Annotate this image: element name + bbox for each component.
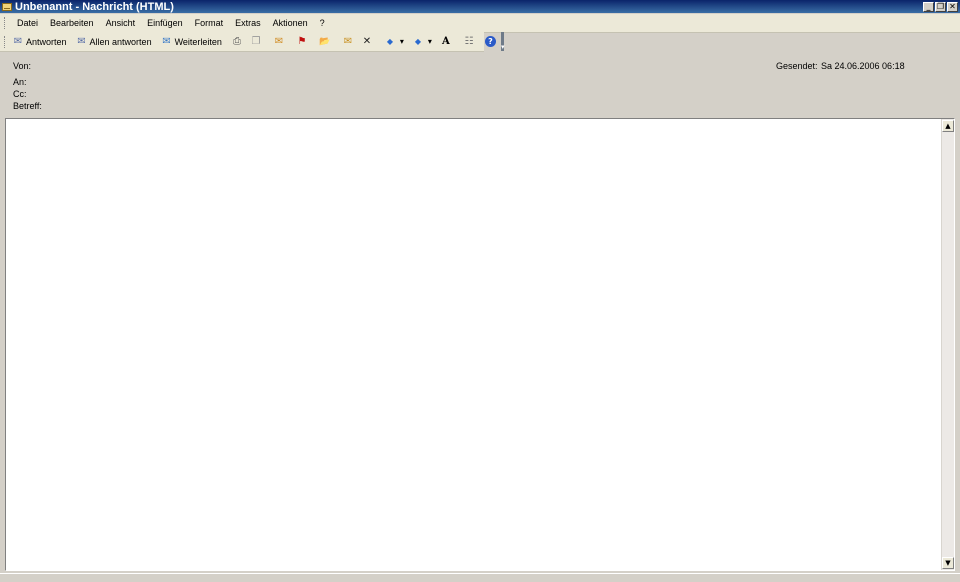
copy-button[interactable]: ❐ [247, 34, 266, 50]
sent-label: Gesendet: [776, 61, 818, 71]
help-button[interactable]: ? [483, 34, 499, 50]
window-controls: _ ❐ ✕ [923, 1, 958, 12]
arrow-up-icon: ◆ [386, 36, 394, 46]
message-body[interactable]: ▲ ▼ [5, 118, 955, 571]
reply-all-icon: ✉ [77, 35, 86, 47]
menu-bar: Datei Bearbeiten Ansicht Einfügen Format… [0, 14, 960, 33]
reply-all-label: Allen antworten [89, 36, 152, 47]
forward-icon: ✉ [162, 35, 171, 47]
flag-icon: ⚑ [297, 35, 307, 47]
scroll-up-button[interactable]: ▲ [942, 120, 954, 132]
envelope-folder-icon: ✉ [274, 35, 284, 47]
copy-icon: ❐ [251, 35, 261, 47]
reply-button[interactable]: ✉ Antworten [9, 34, 69, 50]
arrow-down-icon: ◆ [414, 36, 422, 46]
open-folder-button[interactable]: 📂 [316, 34, 335, 50]
flag-button[interactable]: ⚑ [293, 34, 312, 50]
reply-label: Antworten [26, 36, 67, 47]
menu-grip[interactable] [4, 17, 7, 29]
address-book-icon: ☷ [464, 35, 474, 47]
menu-einfuegen[interactable]: Einfügen [141, 14, 189, 32]
from-label: Von: [13, 61, 32, 71]
subject-label: Betreff: [13, 101, 42, 111]
message-header: Von: An: Cc: Betreff: Gesendet: Sa 24.06… [0, 52, 960, 118]
next-item-button[interactable]: ◆ ▾ [409, 34, 437, 50]
new-item-button[interactable]: ✉ [339, 34, 358, 50]
menu-format[interactable]: Format [189, 14, 230, 32]
printer-icon: ⎙ [232, 35, 241, 47]
window-title: Unbenannt - Nachricht (HTML) [15, 0, 174, 13]
minimize-button[interactable]: _ [923, 1, 934, 12]
help-icon: ? [484, 36, 496, 47]
restore-button[interactable]: ❐ [935, 1, 946, 12]
forward-label: Weiterleiten [174, 36, 222, 47]
delete-icon: ✕ [362, 35, 372, 47]
delete-button[interactable]: ✕ [358, 34, 377, 50]
to-label: An: [13, 77, 27, 87]
vertical-scrollbar[interactable]: ▲ ▼ [941, 119, 954, 570]
menu-extras[interactable]: Extras [229, 14, 267, 32]
folder-icon: 📂 [319, 36, 331, 47]
chevron-down-icon[interactable]: ▾ [426, 36, 434, 48]
toolbar-grip[interactable] [4, 35, 5, 48]
print-button[interactable]: ⎙ [228, 34, 247, 50]
menu-bearbeiten[interactable]: Bearbeiten [44, 14, 100, 32]
menu-ansicht[interactable]: Ansicht [100, 14, 142, 32]
previous-item-button[interactable]: ◆ ▾ [381, 34, 409, 50]
reply-all-button[interactable]: ✉ Allen antworten [73, 34, 154, 50]
standard-toolbar: ✉ Antworten ✉ Allen antworten ✉ Weiterle… [0, 32, 505, 52]
font-size-icon: A [442, 35, 450, 47]
scroll-down-button[interactable]: ▼ [942, 557, 954, 569]
address-book-button[interactable]: ☷ [460, 34, 479, 50]
toolbar-overflow-chevron[interactable]: ▾ [500, 32, 505, 51]
menu-help[interactable]: ? [314, 14, 331, 32]
title-bar[interactable]: Unbenannt - Nachricht (HTML) _ ❐ ✕ [0, 0, 960, 13]
menu-aktionen[interactable]: Aktionen [267, 14, 314, 32]
message-icon [2, 2, 12, 11]
reply-icon: ✉ [13, 35, 23, 47]
close-button[interactable]: ✕ [947, 1, 958, 12]
new-document-icon: ✉ [343, 35, 353, 47]
menu-datei[interactable]: Datei [11, 14, 44, 32]
forward-button[interactable]: ✉ Weiterleiten [158, 34, 224, 50]
sent-date: Sa 24.06.2006 06:18 [821, 61, 905, 71]
move-to-folder-button[interactable]: ✉ [270, 34, 289, 50]
chevron-down-icon[interactable]: ▾ [398, 36, 406, 48]
cc-label: Cc: [13, 89, 27, 99]
font-size-button[interactable]: A [437, 34, 456, 50]
